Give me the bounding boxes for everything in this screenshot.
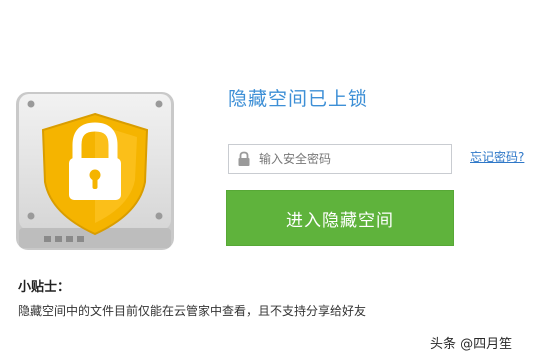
page-title: 隐藏空间已上锁 [228, 88, 369, 110]
locked-safe-icon [14, 90, 176, 252]
tip-text: 隐藏空间中的文件目前仅能在云管家中查看，且不支持分享给好友 [18, 304, 367, 318]
forgot-password-link[interactable]: 忘记密码? [470, 148, 524, 165]
lock-icon [229, 145, 259, 173]
password-input[interactable] [259, 152, 445, 166]
password-field[interactable] [228, 144, 452, 174]
enter-hidden-space-button[interactable]: 进入隐藏空间 [226, 190, 454, 246]
watermark: 头条 @四月笙 [430, 337, 513, 352]
tip-title: 小贴士： [18, 280, 71, 295]
